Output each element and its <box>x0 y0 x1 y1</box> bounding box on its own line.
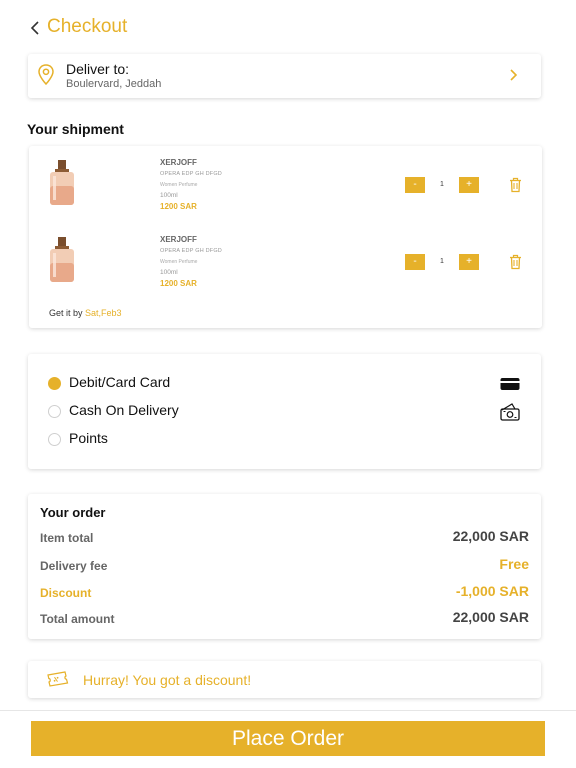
delivery-estimate-date: Sat,Feb3 <box>85 308 122 318</box>
deliver-to-label: Deliver to: <box>66 61 130 77</box>
product-brand: XERJOFF <box>160 158 197 167</box>
discount-banner: Hurray! You got a discount! <box>28 661 541 698</box>
trash-icon[interactable] <box>509 254 522 270</box>
payment-option-label: Debit/Card Card <box>69 374 171 390</box>
discount-ticket-icon <box>46 670 70 690</box>
header: Checkout <box>0 0 576 50</box>
product-name: OPERA EDP GH DFGD <box>160 248 222 254</box>
location-pin-icon <box>37 63 55 87</box>
cart-item: XERJOFF OPERA EDP GH DFGD Women Perfume … <box>29 150 542 222</box>
product-price: 1200 SAR <box>160 202 197 211</box>
delivery-address-card[interactable]: Deliver to: Boulervard, Jeddah <box>28 54 541 98</box>
product-size: 100ml <box>160 269 178 276</box>
product-name: OPERA EDP GH DFGD <box>160 171 222 177</box>
increase-quantity-button[interactable]: + <box>459 254 479 270</box>
payment-option-label: Cash On Delivery <box>69 402 179 418</box>
product-brand: XERJOFF <box>160 235 197 244</box>
payment-option-label: Points <box>69 430 108 446</box>
delivery-address: Boulervard, Jeddah <box>66 78 162 90</box>
footer-divider <box>0 710 576 711</box>
product-type: Women Perfume <box>160 259 198 265</box>
order-row-discount: Discount -1,000 SAR <box>28 583 541 605</box>
delivery-estimate-prefix: Get it by <box>49 308 86 318</box>
credit-card-icon <box>499 375 521 393</box>
payment-methods-card: Debit/Card Card Cash On Delivery Points <box>28 354 541 469</box>
increase-quantity-button[interactable]: + <box>459 177 479 193</box>
shipment-card: XERJOFF OPERA EDP GH DFGD Women Perfume … <box>29 146 542 328</box>
order-row-delivery-fee: Delivery fee Free <box>28 556 541 578</box>
trash-icon[interactable] <box>509 177 522 193</box>
decrease-quantity-button[interactable]: - <box>405 254 425 270</box>
cash-icon <box>499 402 521 421</box>
quantity-value: 1 <box>440 181 444 188</box>
order-summary-title: Your order <box>40 505 106 520</box>
product-price: 1200 SAR <box>160 279 197 288</box>
page-title: Checkout <box>47 16 128 37</box>
order-row-label: Discount <box>40 586 92 600</box>
product-type: Women Perfume <box>160 182 198 188</box>
discount-message: Hurray! You got a discount! <box>83 672 252 688</box>
order-row-value: Free <box>499 556 529 572</box>
order-row-value: 22,000 SAR <box>452 609 529 625</box>
order-summary-card: Your order Item total 22,000 SAR Deliver… <box>28 494 541 639</box>
cart-item: XERJOFF OPERA EDP GH DFGD Women Perfume … <box>29 227 542 299</box>
shipment-title: Your shipment <box>27 121 124 137</box>
place-order-button[interactable]: Place Order <box>31 721 545 756</box>
order-row-label: Total amount <box>40 612 115 626</box>
delivery-estimate: Get it by Sat,Feb3 <box>49 308 122 318</box>
chevron-right-icon[interactable] <box>507 68 519 82</box>
chevron-left-icon[interactable] <box>28 19 44 37</box>
radio-selected[interactable] <box>48 377 61 390</box>
order-row-total: Total amount 22,000 SAR <box>28 609 541 631</box>
product-size: 100ml <box>160 192 178 199</box>
perfume-bottle-image <box>47 158 77 208</box>
radio-unselected[interactable] <box>48 405 61 418</box>
order-row-value: 22,000 SAR <box>452 528 529 544</box>
order-row-value: -1,000 SAR <box>455 583 529 599</box>
decrease-quantity-button[interactable]: - <box>405 177 425 193</box>
radio-unselected[interactable] <box>48 433 61 446</box>
order-row-item-total: Item total 22,000 SAR <box>28 528 541 550</box>
order-row-label: Item total <box>40 531 94 545</box>
quantity-value: 1 <box>440 258 444 265</box>
perfume-bottle-image <box>47 235 77 285</box>
order-row-label: Delivery fee <box>40 559 108 573</box>
